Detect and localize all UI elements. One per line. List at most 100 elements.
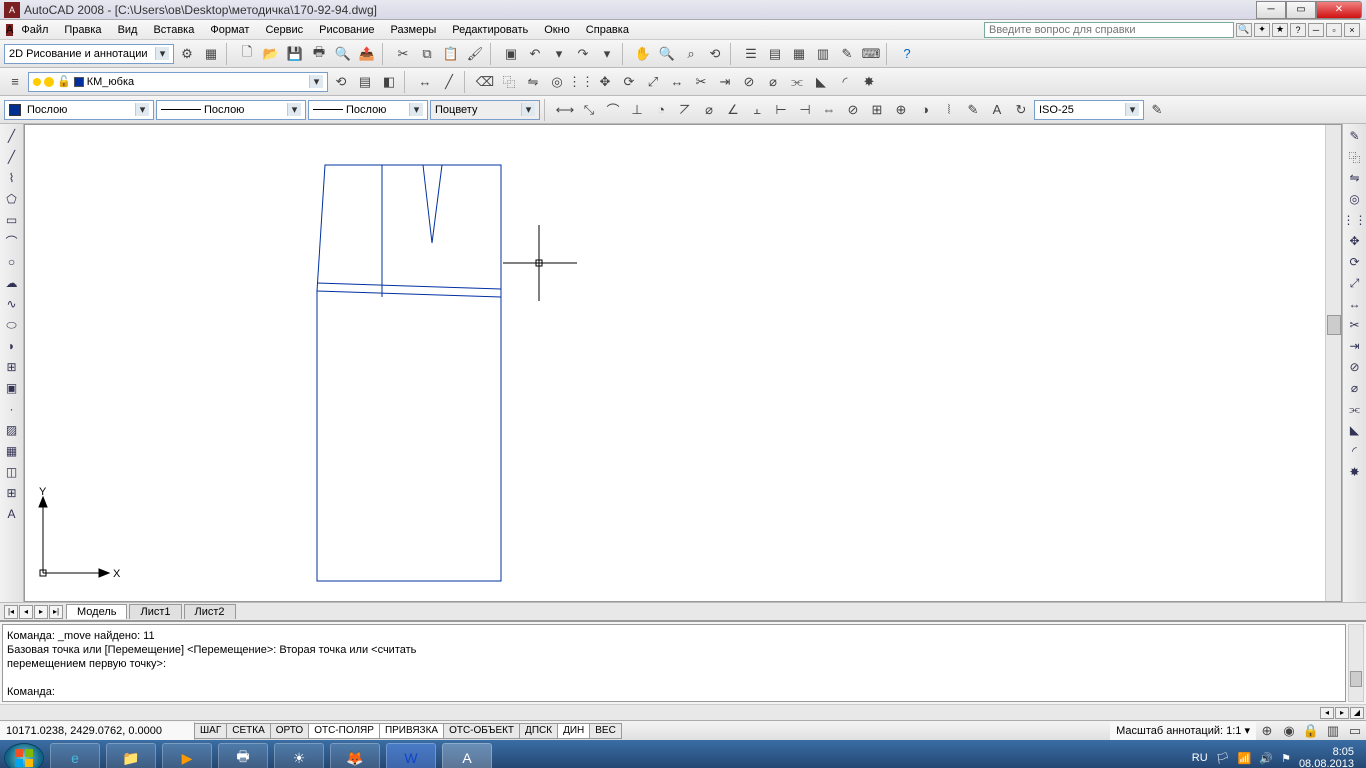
ducs-toggle[interactable]: ДПСК: [519, 723, 558, 739]
design-center-icon[interactable]: ▤: [764, 43, 786, 65]
redo-icon[interactable]: ↷: [572, 43, 594, 65]
menu-modify[interactable]: Редактировать: [444, 22, 536, 38]
tab-layout2[interactable]: Лист2: [184, 604, 236, 619]
jogged-linear-icon[interactable]: ⦚: [938, 99, 960, 121]
dim-arc-icon[interactable]: ⌒: [602, 99, 624, 121]
layer-iso-icon[interactable]: ◧: [378, 71, 400, 93]
zoom-previous-icon[interactable]: ⟲: [704, 43, 726, 65]
layer-prop-manager-icon[interactable]: ≡: [4, 71, 26, 93]
dim-aligned-icon[interactable]: ⤡: [578, 99, 600, 121]
tray-network-icon[interactable]: 📶: [1238, 752, 1252, 765]
dim-break-icon[interactable]: ⊘: [842, 99, 864, 121]
tray-action-icon[interactable]: ⚑: [1281, 752, 1291, 765]
dim-update-icon[interactable]: ↻: [1010, 99, 1032, 121]
explode2-icon[interactable]: ✸: [1345, 462, 1365, 482]
break2-icon[interactable]: ⌀: [1345, 378, 1365, 398]
layer-previous-icon[interactable]: ⟲: [330, 71, 352, 93]
block-editor-icon[interactable]: ▣: [500, 43, 522, 65]
dim-diameter-icon[interactable]: ⌀: [698, 99, 720, 121]
taskbar-ie-icon[interactable]: e: [50, 743, 100, 768]
workspace-settings-icon[interactable]: ⚙: [176, 43, 198, 65]
taskbar-explorer-icon[interactable]: 📁: [106, 743, 156, 768]
status-tray-lock-icon[interactable]: 🔒: [1300, 720, 1322, 742]
quick-dim-icon[interactable]: ⫠: [746, 99, 768, 121]
menu-view[interactable]: Вид: [110, 22, 146, 38]
grid-toggle[interactable]: СЕТКА: [226, 723, 271, 739]
undo-list-icon[interactable]: ▾: [548, 43, 570, 65]
dyn-toggle[interactable]: ДИН: [557, 723, 590, 739]
lwt-toggle[interactable]: ВЕС: [589, 723, 622, 739]
join-icon[interactable]: ⫘: [786, 71, 808, 93]
start-button[interactable]: [4, 743, 44, 768]
plot-preview-icon[interactable]: 🔍: [332, 43, 354, 65]
open-icon[interactable]: 📂: [260, 43, 282, 65]
menu-window[interactable]: Окно: [536, 22, 578, 38]
color-dropdown[interactable]: Послою ▾: [4, 100, 154, 120]
revcloud-icon[interactable]: ☁: [2, 273, 22, 293]
offset2-icon[interactable]: ◎: [1345, 189, 1365, 209]
point-icon[interactable]: ·: [2, 399, 22, 419]
menu-edit[interactable]: Правка: [56, 22, 109, 38]
fillet-icon[interactable]: ◜: [834, 71, 856, 93]
mirror-icon[interactable]: ⇋: [522, 71, 544, 93]
save-icon[interactable]: 💾: [284, 43, 306, 65]
drawing-canvas[interactable]: X Y: [24, 124, 1342, 602]
extend2-icon[interactable]: ⇥: [1345, 336, 1365, 356]
dim-ordinate-icon[interactable]: ⊥: [626, 99, 648, 121]
scale-icon[interactable]: ⤢: [642, 71, 664, 93]
help-button-icon[interactable]: ?: [896, 43, 918, 65]
otrack-toggle[interactable]: ОТС-ОБЪЕКТ: [443, 723, 520, 739]
tray-flag-icon[interactable]: 🏳: [1216, 752, 1230, 765]
match-props-icon[interactable]: 🖌: [464, 43, 486, 65]
extend-icon[interactable]: ⇥: [714, 71, 736, 93]
anno-auto-icon[interactable]: ◉: [1278, 720, 1300, 742]
command-history[interactable]: Команда: _move найдено: 11 Базовая точка…: [2, 624, 1346, 702]
favorites-icon[interactable]: ★: [1272, 23, 1288, 37]
trim2-icon[interactable]: ✂: [1345, 315, 1365, 335]
stretch-icon[interactable]: ↔: [666, 71, 688, 93]
break-at-point-icon[interactable]: ⊘: [1345, 357, 1365, 377]
tab-model[interactable]: Модель: [66, 604, 127, 619]
tray-clock[interactable]: 8:05 08.08.2013: [1299, 746, 1354, 768]
dim-baseline-icon[interactable]: ⊢: [770, 99, 792, 121]
workspace-dropdown[interactable]: 2D Рисование и аннотации ▾: [4, 44, 174, 64]
zoom-realtime-icon[interactable]: 🔍: [656, 43, 678, 65]
region-icon[interactable]: ◫: [2, 462, 22, 482]
spline-icon[interactable]: ∿: [2, 294, 22, 314]
sheet-set-icon[interactable]: ▥: [812, 43, 834, 65]
plotstyle-dropdown[interactable]: Поцвету ▾: [430, 100, 540, 120]
lineweight-dropdown[interactable]: Послою ▾: [308, 100, 428, 120]
dim-edit-icon[interactable]: ✎: [962, 99, 984, 121]
layer-states-icon[interactable]: ▤: [354, 71, 376, 93]
command-scrollbar[interactable]: [1348, 624, 1364, 702]
dim-angular-icon[interactable]: ∠: [722, 99, 744, 121]
mirror2-icon[interactable]: ⇋: [1345, 168, 1365, 188]
menu-insert[interactable]: Вставка: [145, 22, 202, 38]
menu-format[interactable]: Формат: [202, 22, 257, 38]
polar-toggle[interactable]: ОТС-ПОЛЯР: [308, 723, 380, 739]
minimize-button[interactable]: ─: [1256, 1, 1286, 19]
hatch-icon[interactable]: ▨: [2, 420, 22, 440]
redo-list-icon[interactable]: ▾: [596, 43, 618, 65]
canvas-scrollbar-vertical[interactable]: [1325, 125, 1341, 601]
tab-next-icon[interactable]: ▸: [34, 605, 48, 619]
close-button[interactable]: ✕: [1316, 1, 1362, 19]
hscroll-right-icon[interactable]: ▸: [1335, 707, 1349, 719]
osnap-toggle[interactable]: ПРИВЯЗКА: [379, 723, 444, 739]
help-search-input[interactable]: [984, 22, 1234, 38]
anno-visibility-icon[interactable]: ⊕: [1256, 720, 1278, 742]
copy-icon[interactable]: ⧉: [416, 43, 438, 65]
rotate2-icon[interactable]: ⟳: [1345, 252, 1365, 272]
copy-obj-icon[interactable]: ⿻: [498, 71, 520, 93]
dimstyle-dropdown[interactable]: ISO-25 ▾: [1034, 100, 1144, 120]
menu-dimensions[interactable]: Размеры: [383, 22, 445, 38]
doc-minimize-button[interactable]: ─: [1308, 23, 1324, 37]
menu-file[interactable]: Файл: [13, 22, 56, 38]
markup-icon[interactable]: ✎: [836, 43, 858, 65]
table-icon[interactable]: ⊞: [2, 483, 22, 503]
chamfer2-icon[interactable]: ◣: [1345, 420, 1365, 440]
explode-icon[interactable]: ✸: [858, 71, 880, 93]
dim-space-icon[interactable]: ⇔: [818, 99, 840, 121]
paste-icon[interactable]: 📋: [440, 43, 462, 65]
array-icon[interactable]: ⋮⋮: [570, 71, 592, 93]
